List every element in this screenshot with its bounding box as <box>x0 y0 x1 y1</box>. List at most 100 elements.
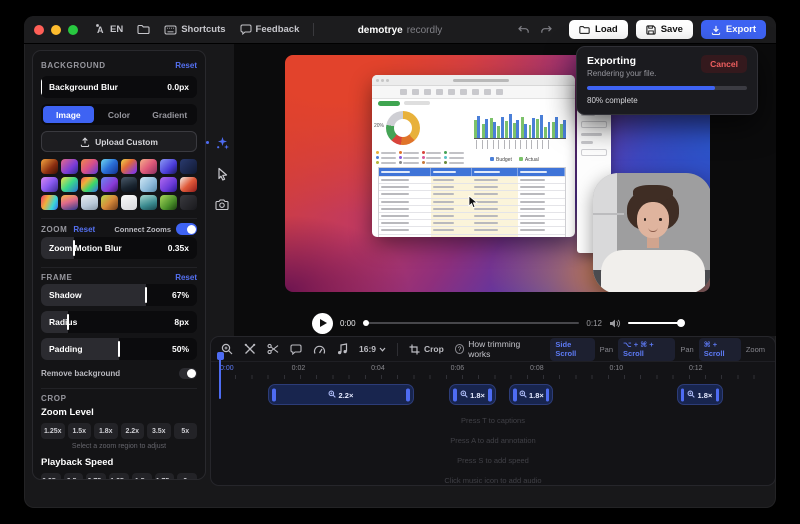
minimize-window-button[interactable] <box>51 25 61 35</box>
segment-handle-left[interactable] <box>513 388 517 401</box>
speed-option-0.75x[interactable]: 0.75x <box>86 473 106 480</box>
timeline-speed-button[interactable] <box>313 344 326 355</box>
wallpaper-thumbnail-16[interactable] <box>180 177 197 192</box>
camera-tool-button[interactable] <box>213 196 231 214</box>
connect-zooms-toggle[interactable] <box>176 223 197 235</box>
timeline-crop-button[interactable]: Crop <box>409 344 444 355</box>
cancel-export-button[interactable]: Cancel <box>701 55 747 73</box>
wallpaper-thumbnail-20[interactable] <box>101 195 118 210</box>
wallpaper-thumbnail-6[interactable] <box>140 159 157 174</box>
wallpaper-thumbnail-10[interactable] <box>61 177 78 192</box>
zoom-level-option-5x[interactable]: 5x <box>174 423 198 439</box>
wallpaper-thumbnail-17[interactable] <box>41 195 58 210</box>
timeline-tools-button[interactable] <box>244 343 256 355</box>
wallpaper-thumbnail-12[interactable] <box>101 177 118 192</box>
background-tab-gradient[interactable]: Gradient <box>144 106 195 123</box>
redo-icon[interactable] <box>540 24 553 36</box>
language-selector[interactable]: A EN <box>94 24 123 35</box>
segment-handle-right[interactable] <box>546 388 550 401</box>
segment-handle-left[interactable] <box>681 388 685 401</box>
zoom-level-option-1.5x[interactable]: 1.5x <box>68 423 92 439</box>
export-button[interactable]: Export <box>701 20 766 39</box>
webcam-overlay[interactable] <box>593 173 710 292</box>
wallpaper-thumbnail-1[interactable] <box>41 159 58 174</box>
feedback-button[interactable]: Feedback <box>240 24 300 35</box>
frame-slider-padding[interactable]: Padding50% <box>41 338 197 360</box>
zoom-segment-4[interactable]: 1.8× <box>677 384 724 405</box>
speed-option-1.5x[interactable]: 1.5x <box>132 473 152 480</box>
frame-reset-link[interactable]: Reset <box>175 273 197 282</box>
speed-option-1.75x[interactable]: 1.75x <box>155 473 175 480</box>
load-button[interactable]: Load <box>569 20 628 39</box>
wallpaper-thumbnail-21[interactable] <box>121 195 138 210</box>
segment-handle-left[interactable] <box>453 388 457 401</box>
seek-bar[interactable] <box>363 322 580 324</box>
aspect-ratio-dropdown[interactable]: 16:9 <box>359 344 386 354</box>
frame-slider-shadow[interactable]: Shadow67% <box>41 284 197 306</box>
timeline-cut-button[interactable] <box>267 343 279 355</box>
wallpaper-thumbnail-4[interactable] <box>101 159 118 174</box>
upload-custom-button[interactable]: Upload Custom <box>41 131 197 152</box>
zoom-level-option-2.2x[interactable]: 2.2x <box>121 423 145 439</box>
shortcuts-button[interactable]: Shortcuts <box>164 24 225 35</box>
speed-option-2x[interactable]: 2x <box>177 473 197 480</box>
segment-handle-right[interactable] <box>488 388 492 401</box>
wallpaper-thumbnail-11[interactable] <box>81 177 98 192</box>
wallpaper-thumbnail-18[interactable] <box>61 195 78 210</box>
background-tab-image[interactable]: Image <box>43 106 94 123</box>
volume-icon[interactable] <box>609 318 621 329</box>
zoom-segments-track[interactable]: 2.2× 1.8× 1.8× 1.8× <box>219 382 767 408</box>
wallpaper-thumbnail-9[interactable] <box>41 177 58 192</box>
wallpaper-thumbnail-24[interactable] <box>180 195 197 210</box>
zoom-motion-blur-slider[interactable]: Zoom Motion Blur0.35x <box>41 237 197 259</box>
frame-slider-radius[interactable]: Radius8px <box>41 311 197 333</box>
volume-knob[interactable] <box>677 319 685 327</box>
zoom-segment-3[interactable]: 1.8× <box>509 384 553 405</box>
slider-handle[interactable] <box>145 287 147 303</box>
speed-option-1.25x[interactable]: 1.25x <box>109 473 129 480</box>
wallpaper-thumbnail-13[interactable] <box>121 177 138 192</box>
timeline-audio-button[interactable] <box>337 343 348 355</box>
zoom-segment-2[interactable]: 1.8× <box>449 384 496 405</box>
zoom-window-button[interactable] <box>68 25 78 35</box>
seek-knob[interactable] <box>363 320 369 326</box>
zoom-reset-link[interactable]: Reset <box>73 225 95 234</box>
background-blur-slider[interactable]: Background Blur0.0px <box>41 76 197 98</box>
save-button[interactable]: Save <box>636 20 693 39</box>
zoom-level-option-1.8x[interactable]: 1.8x <box>94 423 118 439</box>
close-window-button[interactable] <box>34 25 44 35</box>
timeline-annotation-button[interactable] <box>290 344 302 355</box>
undo-icon[interactable] <box>517 24 530 36</box>
wallpaper-thumbnail-3[interactable] <box>81 159 98 174</box>
wallpaper-thumbnail-5[interactable] <box>121 159 138 174</box>
remove-background-toggle[interactable] <box>179 368 197 379</box>
wallpaper-thumbnail-7[interactable] <box>160 159 177 174</box>
wallpaper-thumbnail-2[interactable] <box>61 159 78 174</box>
play-button[interactable] <box>312 313 333 334</box>
cursor-tool-button[interactable] <box>213 165 231 183</box>
timeline-ruler[interactable]: 0:000:020:040:060:080:100:12 <box>219 364 767 379</box>
segment-handle-right[interactable] <box>406 388 410 401</box>
zoom-level-option-1.25x[interactable]: 1.25x <box>41 423 65 439</box>
slider-handle[interactable] <box>118 341 120 357</box>
wallpaper-thumbnail-15[interactable] <box>160 177 177 192</box>
zoom-level-option-3.5x[interactable]: 3.5x <box>147 423 171 439</box>
playhead[interactable] <box>219 355 221 399</box>
speed-option-0.5x[interactable]: 0.5x <box>64 473 84 480</box>
speed-option-0.25x[interactable]: 0.25x <box>41 473 61 480</box>
wallpaper-thumbnail-14[interactable] <box>140 177 157 192</box>
segment-handle-right[interactable] <box>716 388 720 401</box>
wallpaper-thumbnail-22[interactable] <box>140 195 157 210</box>
wallpaper-thumbnail-8[interactable] <box>180 159 197 174</box>
projects-button[interactable] <box>137 24 150 35</box>
trimming-help-button[interactable]: ? How trimming works <box>455 339 540 359</box>
background-reset-link[interactable]: Reset <box>175 61 197 70</box>
slider-handle[interactable] <box>41 79 42 95</box>
segment-handle-left[interactable] <box>272 388 276 401</box>
wallpaper-thumbnail-19[interactable] <box>81 195 98 210</box>
effects-tool-button[interactable] <box>213 134 231 152</box>
volume-slider[interactable] <box>628 322 684 325</box>
zoom-segment-1[interactable]: 2.2× <box>268 384 413 405</box>
wallpaper-thumbnail-23[interactable] <box>160 195 177 210</box>
background-tab-color[interactable]: Color <box>94 106 145 123</box>
